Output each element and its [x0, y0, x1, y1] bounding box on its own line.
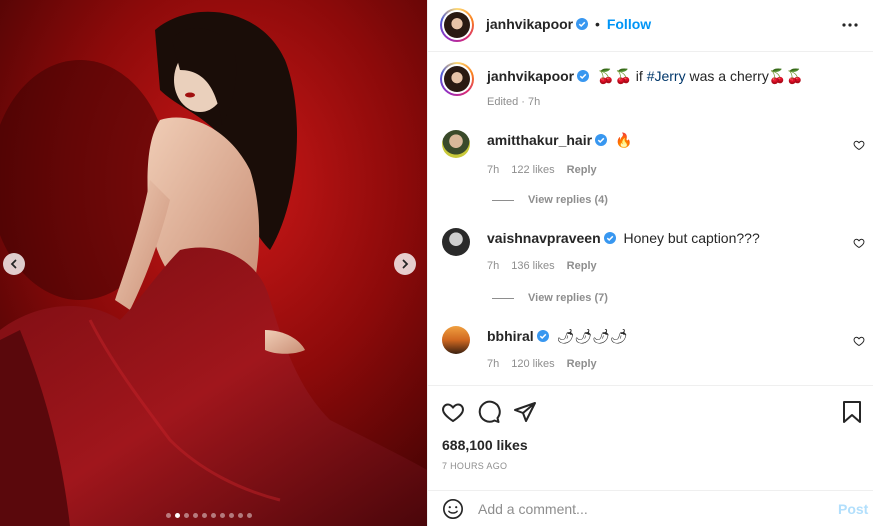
carousel-dot — [220, 513, 225, 518]
comment-time: 7h — [487, 260, 500, 272]
carousel-dot — [229, 513, 234, 518]
previous-slide-button[interactable] — [3, 253, 25, 275]
replies-line — [492, 199, 514, 201]
carousel-indicator — [166, 513, 252, 518]
verified-icon — [595, 134, 608, 146]
like-comment-icon[interactable] — [853, 335, 865, 347]
chevron-right-icon — [402, 259, 409, 269]
comment-meta: 7h 136 likes Reply — [487, 260, 597, 272]
reply-button[interactable]: Reply — [567, 164, 597, 176]
emoji-icon[interactable] — [442, 498, 464, 520]
comment-text: bbhiral 🌶🌶🌶🌶 — [487, 328, 628, 345]
bookmark-icon[interactable] — [841, 400, 863, 424]
comment-input[interactable] — [478, 499, 818, 519]
comment-username[interactable]: bbhiral — [487, 328, 534, 344]
commenter-avatar[interactable] — [442, 228, 470, 256]
carousel-dot — [184, 513, 189, 518]
reply-button[interactable]: Reply — [567, 358, 597, 370]
author-avatar[interactable] — [440, 8, 474, 42]
carousel-dot — [211, 513, 216, 518]
commenter-avatar[interactable] — [442, 130, 470, 158]
caption-text-before: if — [631, 68, 647, 84]
comment-body: 🔥 — [614, 132, 633, 148]
post-details-panel: janhvikapoor • Follow janhvikapoor 🍒🍒 if… — [427, 0, 873, 526]
commenter-avatar[interactable] — [442, 326, 470, 354]
view-replies-label: View replies (4) — [528, 194, 608, 206]
hashtag-link[interactable]: #Jerry — [647, 68, 686, 84]
carousel-dot — [202, 513, 207, 518]
post-photo — [0, 0, 427, 526]
verified-icon — [577, 70, 590, 82]
carousel-dot — [238, 513, 243, 518]
view-replies-button[interactable]: View replies (4) — [492, 194, 608, 206]
chevron-left-icon — [10, 259, 17, 269]
view-replies-label: View replies (7) — [528, 292, 608, 304]
caption-text-after: was a cherry — [685, 68, 769, 84]
caption-meta: Edited · 7h — [487, 96, 541, 108]
more-icon[interactable] — [841, 16, 859, 34]
comment-body: Honey but caption??? — [623, 230, 760, 246]
comment-meta: 7h 120 likes Reply — [487, 358, 597, 370]
caption-emoji-before: 🍒🍒 — [597, 68, 632, 84]
like-comment-icon[interactable] — [853, 139, 865, 151]
view-replies-button[interactable]: View replies (7) — [492, 292, 608, 304]
comment-username[interactable]: amitthakur_hair — [487, 132, 592, 148]
comment-likes[interactable]: 122 likes — [511, 164, 554, 176]
comment-icon[interactable] — [477, 400, 501, 424]
comment-time: 7h — [487, 164, 500, 176]
separator-dot: • — [595, 16, 600, 32]
post-timestamp: 7 HOURS AGO — [442, 461, 508, 471]
caption-username[interactable]: janhvikapoor — [487, 68, 574, 84]
post-header: janhvikapoor • Follow — [428, 0, 873, 52]
comment-likes[interactable]: 120 likes — [511, 358, 554, 370]
verified-icon — [576, 18, 589, 30]
replies-line — [492, 297, 514, 299]
comment-text: amitthakur_hair 🔥 — [487, 132, 632, 149]
caption-avatar[interactable] — [440, 62, 474, 96]
add-comment-bar: Post — [428, 490, 873, 526]
post-comment-button[interactable]: Post — [838, 501, 868, 517]
next-slide-button[interactable] — [394, 253, 416, 275]
like-comment-icon[interactable] — [853, 237, 865, 249]
verified-icon — [603, 232, 616, 244]
comment-body: 🌶🌶🌶🌶 — [556, 328, 628, 344]
author-username[interactable]: janhvikapoor — [486, 16, 573, 32]
likes-count[interactable]: 688,100 likes — [442, 437, 528, 453]
heart-icon[interactable] — [441, 400, 465, 424]
comment-likes[interactable]: 136 likes — [511, 260, 554, 272]
comment-text: vaishnavpraveen Honey but caption??? — [487, 230, 760, 246]
caption-text: janhvikapoor 🍒🍒 if #Jerry was a cherry🍒🍒 — [487, 68, 804, 85]
carousel-dot — [247, 513, 252, 518]
carousel-dot — [175, 513, 180, 518]
comment-username[interactable]: vaishnavpraveen — [487, 230, 601, 246]
comment-meta: 7h 122 likes Reply — [487, 164, 597, 176]
share-icon[interactable] — [513, 400, 537, 424]
post-media[interactable] — [0, 0, 427, 526]
reply-button[interactable]: Reply — [567, 260, 597, 272]
comment-time: 7h — [487, 358, 500, 370]
follow-button[interactable]: Follow — [607, 16, 651, 32]
caption-emoji-after: 🍒🍒 — [768, 68, 804, 84]
carousel-dot — [166, 513, 171, 518]
carousel-dot — [193, 513, 198, 518]
verified-icon — [536, 330, 549, 342]
